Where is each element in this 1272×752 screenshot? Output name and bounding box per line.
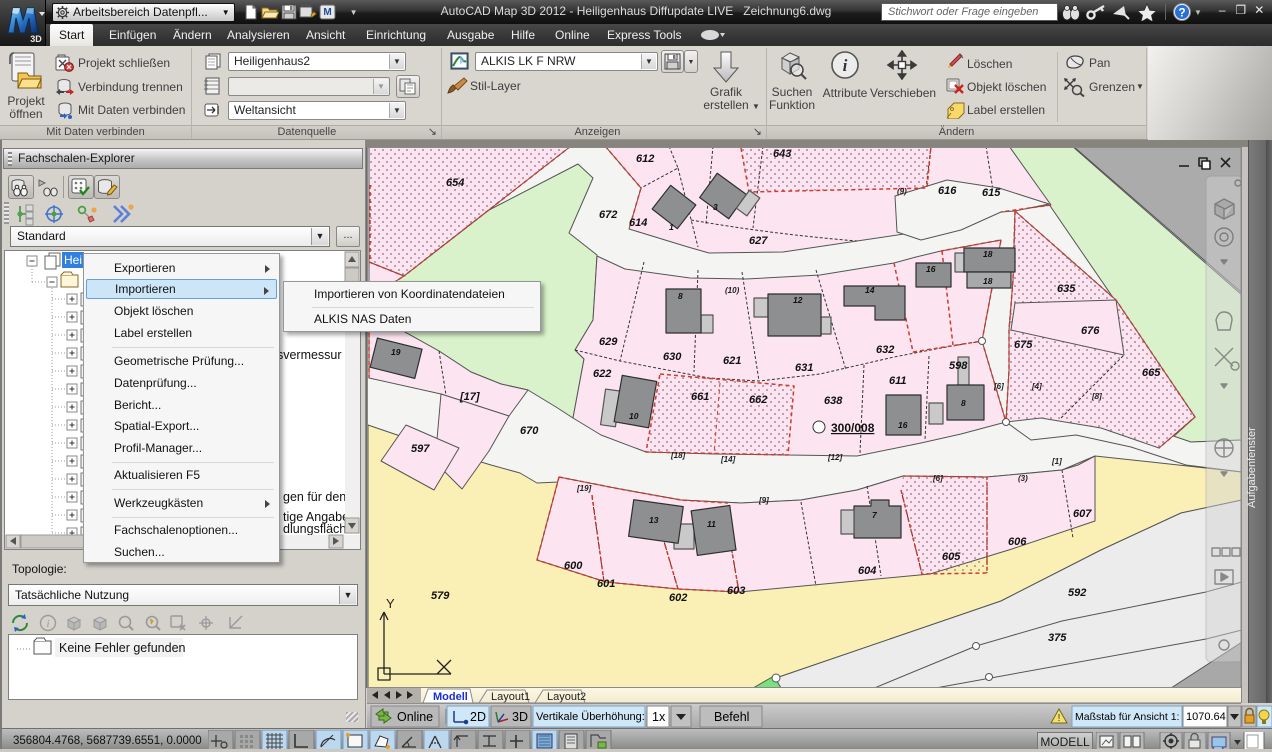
svg-text:654: 654 <box>446 177 464 189</box>
svg-text:8: 8 <box>678 291 683 301</box>
svg-text:19: 19 <box>391 347 401 357</box>
svg-text:Maßstab für Ansicht 1:: Maßstab für Ansicht 1: <box>1075 711 1179 723</box>
svg-text:672: 672 <box>599 209 617 221</box>
svg-text:8: 8 <box>961 398 966 408</box>
svg-text:606: 606 <box>1008 536 1027 548</box>
svg-text:631: 631 <box>795 362 813 374</box>
svg-text:(9): (9) <box>897 187 907 196</box>
svg-text:612: 612 <box>636 153 654 165</box>
svg-text:dlungsfläch: dlungsfläch <box>283 522 346 536</box>
svg-text:621: 621 <box>723 355 741 367</box>
svg-text:665: 665 <box>1142 367 1161 379</box>
svg-text:375: 375 <box>1048 632 1067 644</box>
svg-text:16: 16 <box>926 264 936 274</box>
svg-text:[4]: [4] <box>1031 382 1042 391</box>
svg-text:i: i <box>46 618 49 630</box>
svg-text:Online: Online <box>397 710 433 724</box>
svg-text:614: 614 <box>629 217 647 229</box>
svg-text:643: 643 <box>773 148 791 160</box>
svg-text:603: 603 <box>727 585 745 597</box>
svg-text:600: 600 <box>564 560 583 572</box>
svg-text:675: 675 <box>1014 339 1033 351</box>
svg-text:662: 662 <box>749 394 767 406</box>
svg-text:632: 632 <box>876 344 894 356</box>
svg-text:[9]: [9] <box>758 496 769 505</box>
svg-text:10: 10 <box>629 411 639 421</box>
svg-text:611: 611 <box>889 375 907 387</box>
svg-text:629: 629 <box>599 336 618 348</box>
svg-text:16: 16 <box>898 420 908 430</box>
svg-text:602: 602 <box>669 592 687 604</box>
svg-text:638: 638 <box>824 395 843 407</box>
svg-text:i: i <box>843 56 848 75</box>
svg-text:Layout2: Layout2 <box>547 691 586 703</box>
svg-text:3D: 3D <box>512 710 528 724</box>
svg-text:?: ? <box>1178 6 1185 20</box>
svg-text:[12]: [12] <box>827 453 843 462</box>
svg-text:579: 579 <box>431 590 450 602</box>
svg-text:(3): (3) <box>1018 474 1028 483</box>
svg-text:604: 604 <box>858 565 876 577</box>
svg-text:601: 601 <box>597 578 615 590</box>
svg-text:Befehl: Befehl <box>714 710 749 724</box>
svg-text:gen für den: gen für den <box>283 490 346 504</box>
svg-text:670: 670 <box>520 425 539 437</box>
svg-text:[6]: [6] <box>993 382 1004 391</box>
svg-text:Hei: Hei <box>64 253 82 267</box>
svg-text:607: 607 <box>1073 508 1092 520</box>
svg-text:18: 18 <box>983 249 993 259</box>
svg-text:Modell: Modell <box>433 691 468 703</box>
svg-text:597: 597 <box>411 443 430 455</box>
svg-text:[14]: [14] <box>720 455 736 464</box>
svg-text:[18]: [18] <box>670 451 686 460</box>
svg-text:1x: 1x <box>652 710 666 724</box>
svg-text:Y: Y <box>386 596 395 611</box>
svg-text:12: 12 <box>793 295 803 305</box>
svg-text:300/008: 300/008 <box>831 421 875 435</box>
svg-text:630: 630 <box>663 351 682 363</box>
svg-text:Layout1: Layout1 <box>491 691 530 703</box>
svg-text:605: 605 <box>942 551 961 563</box>
svg-text:615: 615 <box>982 187 1001 199</box>
svg-text:[1]: [1] <box>1051 457 1062 466</box>
svg-text:3: 3 <box>713 202 718 212</box>
svg-text:13: 13 <box>649 515 659 525</box>
svg-text:2D: 2D <box>470 710 486 724</box>
svg-text:598: 598 <box>949 360 968 372</box>
svg-text:14: 14 <box>865 285 875 295</box>
svg-text:11: 11 <box>707 519 716 529</box>
svg-text:[19]: [19] <box>576 484 592 493</box>
svg-text:[17]: [17] <box>459 391 480 403</box>
svg-text:esvermessur: esvermessur <box>270 348 342 362</box>
svg-text:Keine Fehler gefunden: Keine Fehler gefunden <box>59 641 186 655</box>
svg-text:18: 18 <box>983 276 993 286</box>
svg-text:1070.64: 1070.64 <box>1186 711 1226 723</box>
svg-text:616: 616 <box>938 185 957 197</box>
svg-text:627: 627 <box>749 235 768 247</box>
svg-text:Vertikale Überhöhung:: Vertikale Überhöhung: <box>536 711 645 723</box>
svg-text:1: 1 <box>669 222 674 232</box>
svg-text:[6]: [6] <box>932 474 943 483</box>
svg-text:592: 592 <box>1068 587 1086 599</box>
svg-text:[8]: [8] <box>1091 392 1102 401</box>
svg-text:635: 635 <box>1057 283 1076 295</box>
svg-text:622: 622 <box>593 368 611 380</box>
svg-text:3D: 3D <box>30 34 42 44</box>
svg-text:676: 676 <box>1081 325 1100 337</box>
svg-text:(10): (10) <box>725 286 740 295</box>
svg-text:!: ! <box>1058 713 1061 724</box>
svg-text:661: 661 <box>691 391 709 403</box>
